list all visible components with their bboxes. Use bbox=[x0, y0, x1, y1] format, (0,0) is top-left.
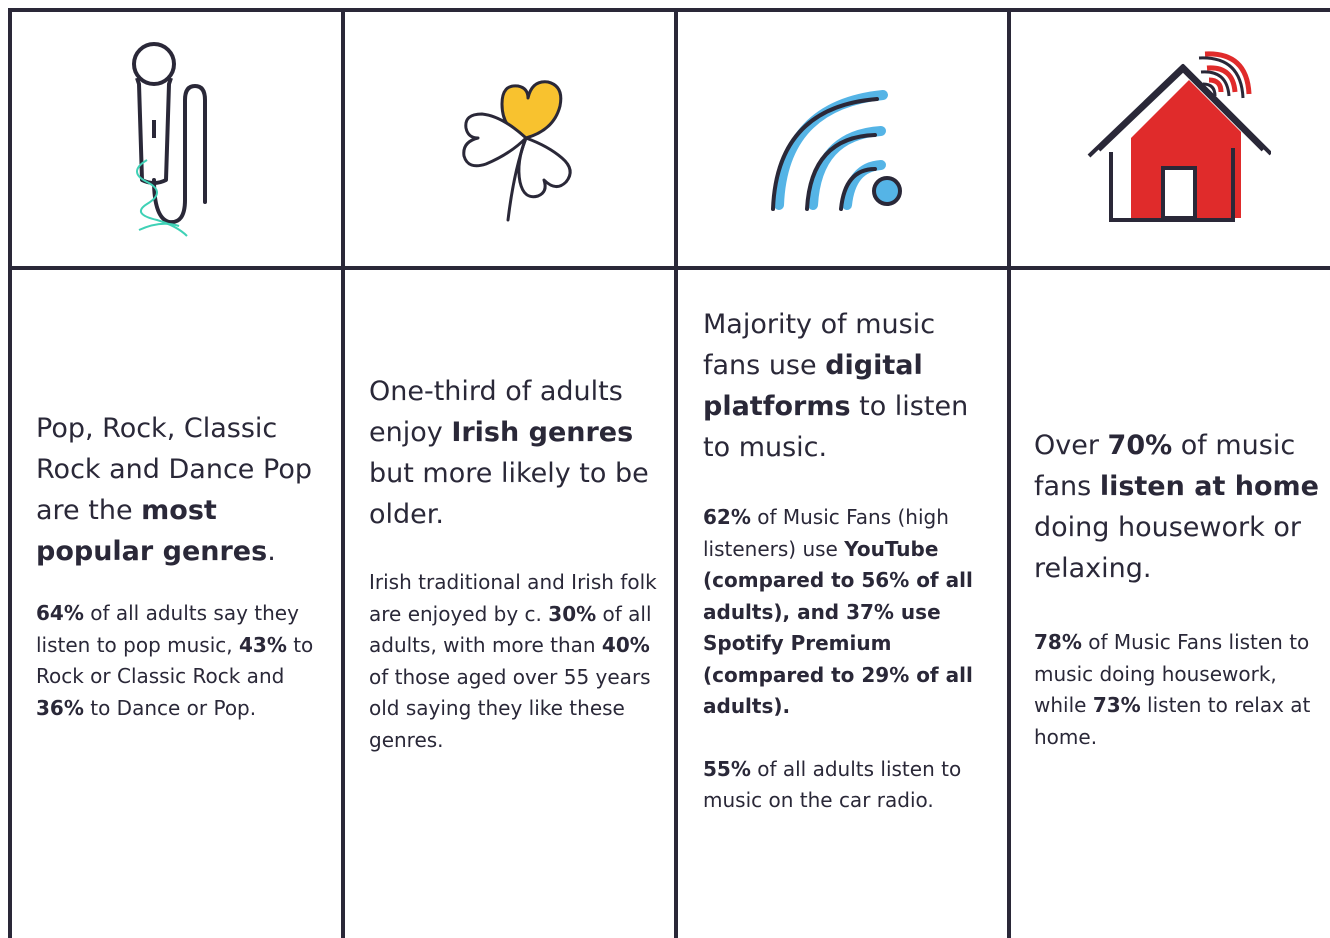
icon-cell-4 bbox=[1011, 12, 1330, 268]
detail-paragraph: 62% of Music Fans (high listeners) use Y… bbox=[703, 502, 993, 723]
emphasis-text: 62% bbox=[703, 505, 751, 529]
column-3: Majority of music fans use digital platf… bbox=[703, 270, 993, 938]
detail-paragraph: 55% of all adults listen to music on the… bbox=[703, 754, 993, 817]
emphasis-text: 70% bbox=[1107, 430, 1173, 461]
icon-cell-2 bbox=[345, 12, 674, 268]
details-4: 78% of Music Fans listen to music doing … bbox=[1034, 627, 1324, 753]
icon-cell-3 bbox=[678, 12, 1007, 268]
emphasis-text: 73% bbox=[1092, 693, 1141, 717]
emphasis-text: 36% bbox=[36, 695, 84, 720]
headline-3: Majority of music fans use digital platf… bbox=[703, 304, 993, 468]
wifi-signal-icon bbox=[770, 90, 902, 211]
body-text: . bbox=[267, 536, 276, 567]
emphasis-text: 64% bbox=[36, 601, 84, 625]
column-4: Over 70% of music fans listen at home do… bbox=[1034, 270, 1324, 938]
detail-paragraph: Irish traditional and Irish folk are enj… bbox=[369, 567, 659, 756]
body-text: doing housework or relaxing. bbox=[1034, 512, 1301, 584]
emphasis-text: 55% bbox=[703, 756, 751, 781]
emphasis-text: 40% bbox=[601, 633, 650, 657]
detail-paragraph: 78% of Music Fans listen to music doing … bbox=[1034, 627, 1324, 753]
emphasis-text: 30% bbox=[548, 601, 597, 626]
microphone-icon bbox=[131, 42, 207, 237]
detail-paragraph: 64% of all adults say they listen to pop… bbox=[36, 598, 332, 724]
emphasis-text: Irish genres bbox=[451, 417, 634, 448]
body-text: of those aged over 55 years old saying t… bbox=[369, 664, 651, 752]
headline-4: Over 70% of music fans listen at home do… bbox=[1034, 425, 1324, 589]
body-text: but more likely to be older. bbox=[369, 458, 649, 530]
emphasis-text: 78% bbox=[1034, 630, 1082, 654]
details-3: 62% of Music Fans (high listeners) use Y… bbox=[703, 502, 993, 817]
emphasis-text: YouTube (compared to 56% of all adults),… bbox=[703, 536, 973, 719]
body-text: Over bbox=[1034, 430, 1108, 461]
smart-home-icon bbox=[1087, 51, 1271, 222]
headline-1: Pop, Rock, Classic Rock and Dance Pop ar… bbox=[36, 408, 332, 572]
icon-cell-1 bbox=[12, 12, 341, 268]
shamrock-icon bbox=[461, 80, 572, 222]
column-2: One-third of adults enjoy Irish genres b… bbox=[369, 270, 659, 938]
column-1: Pop, Rock, Classic Rock and Dance Pop ar… bbox=[36, 270, 332, 938]
headline-2: One-third of adults enjoy Irish genres b… bbox=[369, 371, 659, 535]
emphasis-text: listen at home bbox=[1099, 471, 1319, 502]
body-text: to Dance or Pop. bbox=[83, 695, 257, 720]
details-2: Irish traditional and Irish folk are enj… bbox=[369, 567, 659, 756]
details-1: 64% of all adults say they listen to pop… bbox=[36, 598, 332, 724]
emphasis-text: 43% bbox=[238, 632, 287, 657]
